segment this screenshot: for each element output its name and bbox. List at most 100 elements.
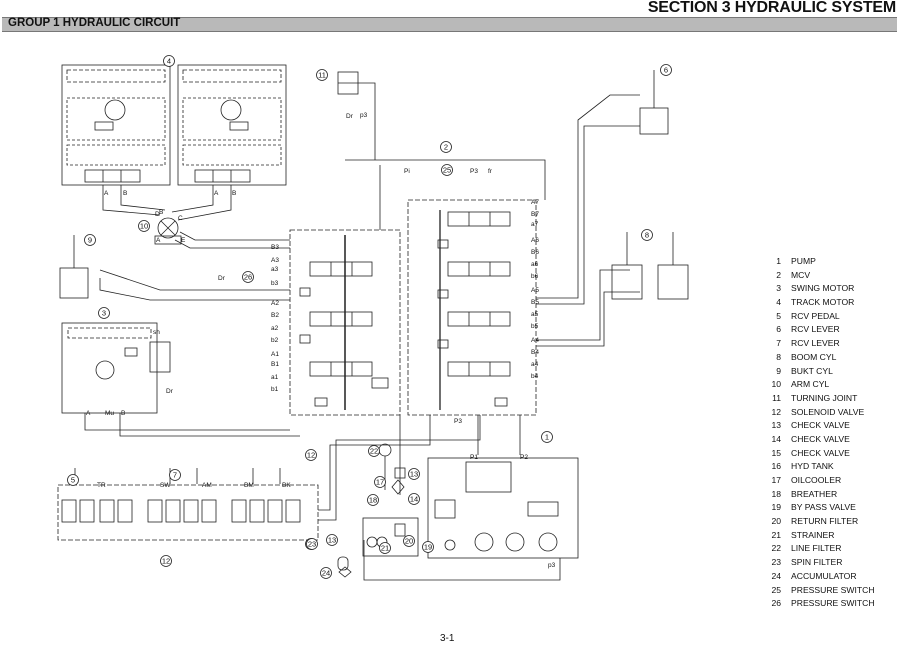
component-legend: 1 PUMP 2 MCV 3 SWING MOTOR 4 TRACK MOTOR 5 RCV PE…	[764, 255, 875, 611]
legend-item: 3 SWING MOTOR	[764, 282, 875, 296]
port-label: A2	[271, 300, 279, 307]
legend-label: HYD TANK	[791, 461, 834, 472]
port-label: B2	[271, 312, 279, 319]
legend-label: ACCUMULATOR	[791, 570, 857, 581]
port-label: p3	[360, 112, 368, 119]
svg-text:10: 10	[140, 222, 148, 231]
svg-text:2: 2	[444, 143, 448, 152]
legend-label: CHECK VALVE	[791, 420, 850, 431]
legend-item: 25 PRESSURE SWITCH	[764, 584, 875, 598]
port-label: B	[123, 190, 127, 197]
legend-number: 19	[771, 502, 781, 513]
port-label: sh	[153, 329, 160, 336]
svg-text:25: 25	[443, 166, 451, 175]
callout-2: 2	[440, 141, 452, 153]
port-label: SW	[160, 482, 171, 489]
legend-number: 26	[771, 598, 781, 609]
svg-text:12: 12	[307, 451, 315, 460]
track-motor-right	[177, 64, 287, 186]
legend-label: CHECK VALVE	[791, 433, 850, 444]
callout-13: 13	[408, 468, 420, 480]
port-label: B7	[531, 211, 539, 218]
legend-item: 5 RCV PEDAL	[764, 310, 875, 324]
legend-label: SOLENOID VALVE	[791, 406, 865, 417]
callout-22: 22	[368, 445, 380, 457]
legend-item: 24 ACCUMULATOR	[764, 570, 875, 584]
svg-text:6: 6	[664, 66, 668, 75]
legend-number: 6	[776, 324, 781, 335]
port-label: a4	[531, 361, 539, 368]
legend-number: 11	[772, 392, 781, 403]
legend-label: LINE FILTER	[791, 543, 842, 554]
legend-label: STRAINER	[791, 529, 835, 540]
port-label: P3	[454, 418, 462, 425]
mcv-body	[289, 199, 537, 416]
legend-item: 9 BUKT CYL	[764, 365, 875, 379]
port-label: b6	[531, 273, 539, 280]
legend-number: 3	[776, 283, 781, 294]
port-label: A4	[531, 337, 539, 344]
bucket-cylinder	[639, 70, 669, 135]
legend-label: SPIN FILTER	[791, 557, 843, 568]
callout-3: 3	[98, 307, 110, 319]
legend-number: 23	[771, 557, 781, 568]
port-label: A1	[271, 351, 279, 358]
arm-cylinder	[59, 235, 89, 299]
port-label: A5	[531, 287, 539, 294]
legend-label: BY PASS VALVE	[791, 502, 856, 513]
port-label: a3	[271, 266, 279, 273]
port-label: p3	[548, 562, 556, 569]
legend-item: 19 BY PASS VALVE	[764, 501, 875, 515]
legend-item: 10 ARM CYL	[764, 378, 875, 392]
svg-text:13: 13	[410, 470, 418, 479]
port-label: A6	[531, 237, 539, 244]
callout-13: 13	[326, 534, 338, 546]
legend-item: 14 CHECK VALVE	[764, 433, 875, 447]
legend-number: 22	[771, 543, 781, 554]
legend-item: 22 LINE FILTER	[764, 542, 875, 556]
legend-label: ARM CYL	[791, 379, 830, 390]
legend-label: BREATHER	[791, 488, 838, 499]
callout-23: 23	[306, 538, 318, 550]
port-label: A3	[271, 257, 279, 264]
legend-label: PRESSURE SWITCH	[791, 584, 875, 595]
port-label: D	[155, 211, 160, 218]
port-label: P1	[470, 454, 478, 461]
callout-6: 6	[660, 64, 672, 76]
svg-text:19: 19	[424, 543, 432, 552]
svg-text:20: 20	[405, 537, 413, 546]
callout-18: 18	[367, 494, 379, 506]
callout-4: 4	[163, 55, 175, 67]
legend-number: 15	[771, 447, 781, 458]
port-label: A	[104, 190, 109, 197]
port-label: b1	[271, 386, 279, 393]
legend-item: 18 BREATHER	[764, 488, 875, 502]
legend-label: CHECK VALVE	[791, 447, 850, 458]
svg-text:21: 21	[381, 544, 389, 553]
legend-item: 26 PRESSURE SWITCH	[764, 597, 874, 611]
callout-25: 25	[441, 164, 453, 176]
port-label: A	[156, 237, 161, 244]
legend-label: OILCOOLER	[791, 475, 842, 485]
legend-number: 8	[776, 351, 781, 362]
callout-7: 7	[169, 469, 181, 481]
port-label: B4	[531, 349, 539, 356]
legend-number: 4	[776, 297, 781, 308]
legend-label: BUKT CYL	[791, 365, 833, 376]
svg-text:1: 1	[545, 433, 549, 442]
callout-20: 20	[403, 535, 415, 547]
port-label-layer: A7B7a7A6B6a6b6A5B5a5b5A4B4a4b4B3A3a3b3A2…	[86, 112, 556, 569]
legend-label: MCV	[791, 269, 811, 280]
port-label: B	[121, 410, 125, 417]
port-label: BK	[282, 482, 291, 489]
legend-number: 18	[771, 488, 781, 499]
legend-number: 13	[771, 420, 781, 431]
legend-number: 12	[771, 406, 781, 417]
port-label: Mu	[105, 410, 114, 417]
callout-19: 19	[422, 541, 434, 553]
port-label: C	[178, 215, 183, 222]
svg-text:3: 3	[102, 309, 106, 318]
svg-text:7: 7	[173, 471, 177, 480]
svg-text:13: 13	[328, 536, 336, 545]
legend-number: 10	[771, 379, 781, 390]
